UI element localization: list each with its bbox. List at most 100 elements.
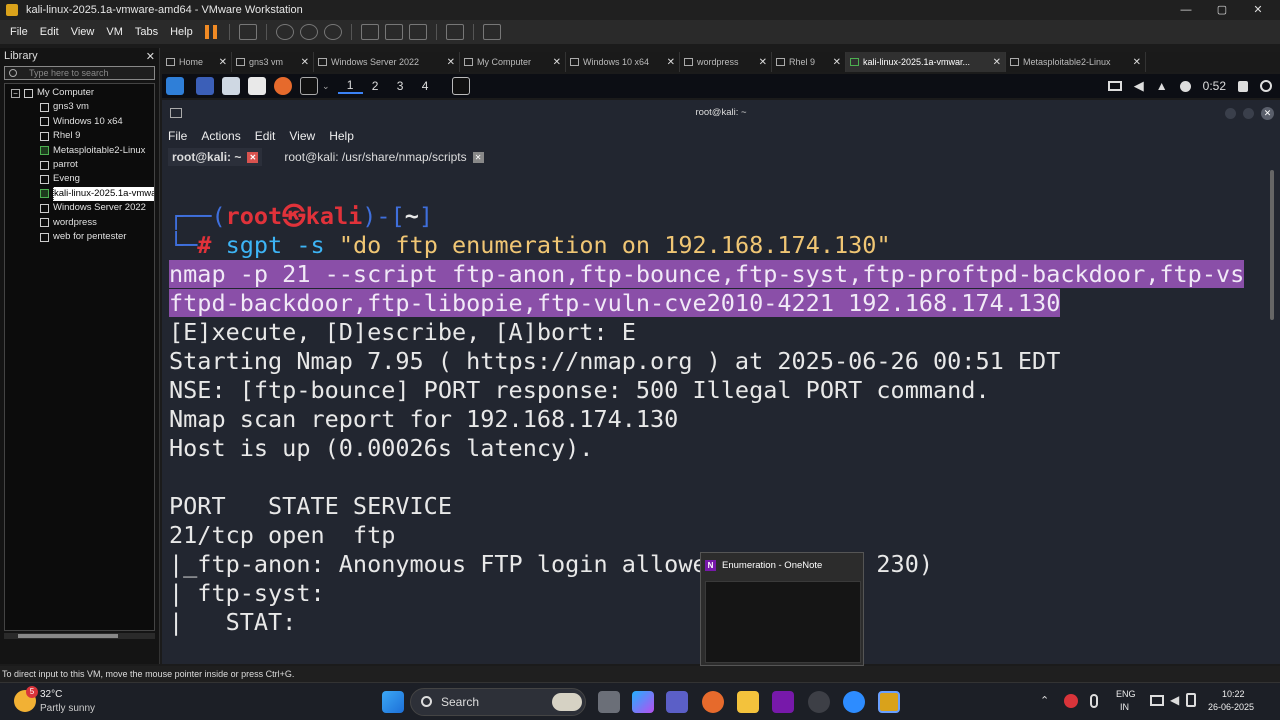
- minimize-icon[interactable]: [1225, 108, 1236, 119]
- show-desktop-icon[interactable]: [196, 77, 214, 95]
- scroll-thumb[interactable]: [18, 634, 118, 638]
- menu-tabs[interactable]: Tabs: [129, 26, 164, 38]
- tree-item-gns3[interactable]: gns3 vm: [5, 100, 154, 114]
- close-icon[interactable]: ✕: [247, 151, 259, 163]
- thumbnail-bar-icon[interactable]: [384, 24, 403, 40]
- language-primary[interactable]: ENG: [1116, 689, 1136, 699]
- close-button[interactable]: ✕: [1240, 0, 1276, 20]
- tray-app-icon[interactable]: [1064, 694, 1078, 708]
- stretch-guest-icon[interactable]: [482, 24, 501, 40]
- menu-view[interactable]: View: [65, 26, 101, 38]
- tab-kali[interactable]: kali-linux-2025.1a-vmwar... ✕: [846, 52, 1006, 72]
- workspace-1[interactable]: 1: [337, 78, 363, 94]
- microphone-icon[interactable]: [1090, 694, 1098, 708]
- minimize-button[interactable]: —: [1168, 0, 1204, 20]
- close-icon[interactable]: ✕: [295, 57, 309, 68]
- close-icon[interactable]: ✕: [547, 57, 561, 68]
- revert-snapshot-icon[interactable]: [299, 24, 318, 40]
- tab-home[interactable]: Home ✕: [162, 52, 232, 72]
- close-icon[interactable]: ✕: [441, 57, 455, 68]
- tree-item-windows10[interactable]: Windows 10 x64: [5, 115, 154, 129]
- library-scrollbar[interactable]: [4, 633, 155, 639]
- lock-icon[interactable]: [1238, 80, 1248, 92]
- teams-icon[interactable]: [666, 691, 688, 713]
- send-ctrl-alt-del-icon[interactable]: [238, 24, 257, 40]
- weather-desc[interactable]: Partly sunny: [40, 703, 95, 714]
- terminal-menu-view[interactable]: View: [289, 129, 315, 143]
- menu-help[interactable]: Help: [164, 26, 199, 38]
- chevron-up-icon[interactable]: ⌃: [1040, 694, 1049, 707]
- tree-item-windows-server[interactable]: Windows Server 2022: [5, 201, 154, 215]
- weather-temp[interactable]: 32°C: [40, 689, 62, 700]
- chevron-down-icon[interactable]: ⌄: [322, 81, 330, 92]
- terminal-tab-home[interactable]: root@kali: ~ ✕: [168, 148, 263, 166]
- workspace-3[interactable]: 3: [388, 79, 413, 93]
- tree-item-kali[interactable]: kali-linux-2025.1a-vmwa: [5, 186, 154, 202]
- close-icon[interactable]: ✕: [661, 57, 675, 68]
- onenote-preview[interactable]: N Enumeration - OneNote: [700, 552, 864, 666]
- maximize-icon[interactable]: [1243, 108, 1254, 119]
- onenote-thumbnail[interactable]: [705, 581, 861, 663]
- onenote-taskbar-icon[interactable]: [772, 691, 794, 713]
- clock[interactable]: 0:52: [1203, 79, 1226, 93]
- tab-windows10[interactable]: Windows 10 x64 ✕: [566, 52, 680, 72]
- vmware-taskbar-icon[interactable]: [878, 691, 900, 713]
- network-icon[interactable]: [1150, 695, 1164, 706]
- menu-vm[interactable]: VM: [100, 26, 129, 38]
- task-view-icon[interactable]: [598, 691, 620, 713]
- close-icon[interactable]: ✕: [1261, 107, 1274, 120]
- menu-edit[interactable]: Edit: [34, 26, 65, 38]
- collapse-icon[interactable]: −: [11, 88, 20, 98]
- terminal-icon[interactable]: [300, 77, 318, 95]
- active-window-terminal-icon[interactable]: [451, 77, 470, 95]
- taskbar-time[interactable]: 10:22: [1222, 689, 1245, 699]
- zoom-icon[interactable]: [843, 691, 865, 713]
- start-icon[interactable]: [382, 691, 404, 713]
- console-view-icon[interactable]: [445, 24, 464, 40]
- terminal-menu-actions[interactable]: Actions: [201, 129, 240, 143]
- terminal-menu-file[interactable]: File: [168, 129, 187, 143]
- tab-gns3[interactable]: gns3 vm ✕: [232, 52, 314, 72]
- kali-menu-icon[interactable]: [166, 77, 184, 95]
- tab-metasploitable[interactable]: Metasploitable2-Linux ✕: [1006, 52, 1146, 72]
- tree-item-parrot[interactable]: parrot: [5, 158, 154, 172]
- close-icon[interactable]: ✕: [827, 57, 841, 68]
- tab-wordpress[interactable]: wordpress ✕: [680, 52, 772, 72]
- power-status-icon[interactable]: [1179, 80, 1191, 92]
- terminal-menu-help[interactable]: Help: [329, 129, 354, 143]
- workspace-2[interactable]: 2: [363, 79, 388, 93]
- battery-icon[interactable]: [1186, 693, 1196, 707]
- terminal-menu-edit[interactable]: Edit: [255, 129, 276, 143]
- workspace-4[interactable]: 4: [413, 79, 438, 93]
- tree-item-rhel9[interactable]: Rhel 9: [5, 129, 154, 143]
- terminal-tab-scripts[interactable]: root@kali: /usr/share/nmap/scripts ✕: [280, 148, 487, 166]
- file-explorer-icon[interactable]: [737, 691, 759, 713]
- tab-rhel9[interactable]: Rhel 9 ✕: [772, 52, 846, 72]
- notifications-icon[interactable]: ▲: [1156, 79, 1168, 93]
- tree-item-eveng[interactable]: Eveng: [5, 172, 154, 186]
- firefox-icon[interactable]: [274, 77, 292, 95]
- maximize-button[interactable]: ▢: [1204, 0, 1240, 20]
- pause-icon[interactable]: [204, 25, 217, 39]
- close-icon[interactable]: ✕: [987, 57, 1001, 68]
- file-manager-icon[interactable]: [222, 77, 240, 95]
- library-search-input[interactable]: Type here to search: [4, 66, 155, 80]
- full-screen-icon[interactable]: [408, 24, 427, 40]
- menu-file[interactable]: File: [4, 26, 34, 38]
- show-library-icon[interactable]: [360, 24, 379, 40]
- volume-icon[interactable]: ◀: [1170, 693, 1179, 707]
- taskbar-date[interactable]: 26-06-2025: [1208, 702, 1254, 712]
- copilot-icon[interactable]: [632, 691, 654, 713]
- volume-icon[interactable]: ◀: [1134, 78, 1144, 94]
- firefox-icon[interactable]: [702, 691, 724, 713]
- app-icon[interactable]: [808, 691, 830, 713]
- tree-item-metasploitable[interactable]: Metasploitable2-Linux: [5, 144, 154, 158]
- language-secondary[interactable]: IN: [1120, 702, 1129, 712]
- snapshot-icon[interactable]: [275, 24, 294, 40]
- snapshot-manager-icon[interactable]: [323, 24, 342, 40]
- display-icon[interactable]: [1107, 81, 1122, 91]
- logout-icon[interactable]: [1260, 80, 1272, 92]
- terminal-scrollbar[interactable]: [1270, 170, 1274, 320]
- library-close-button[interactable]: ✕: [146, 50, 155, 63]
- close-icon[interactable]: ✕: [1127, 57, 1141, 68]
